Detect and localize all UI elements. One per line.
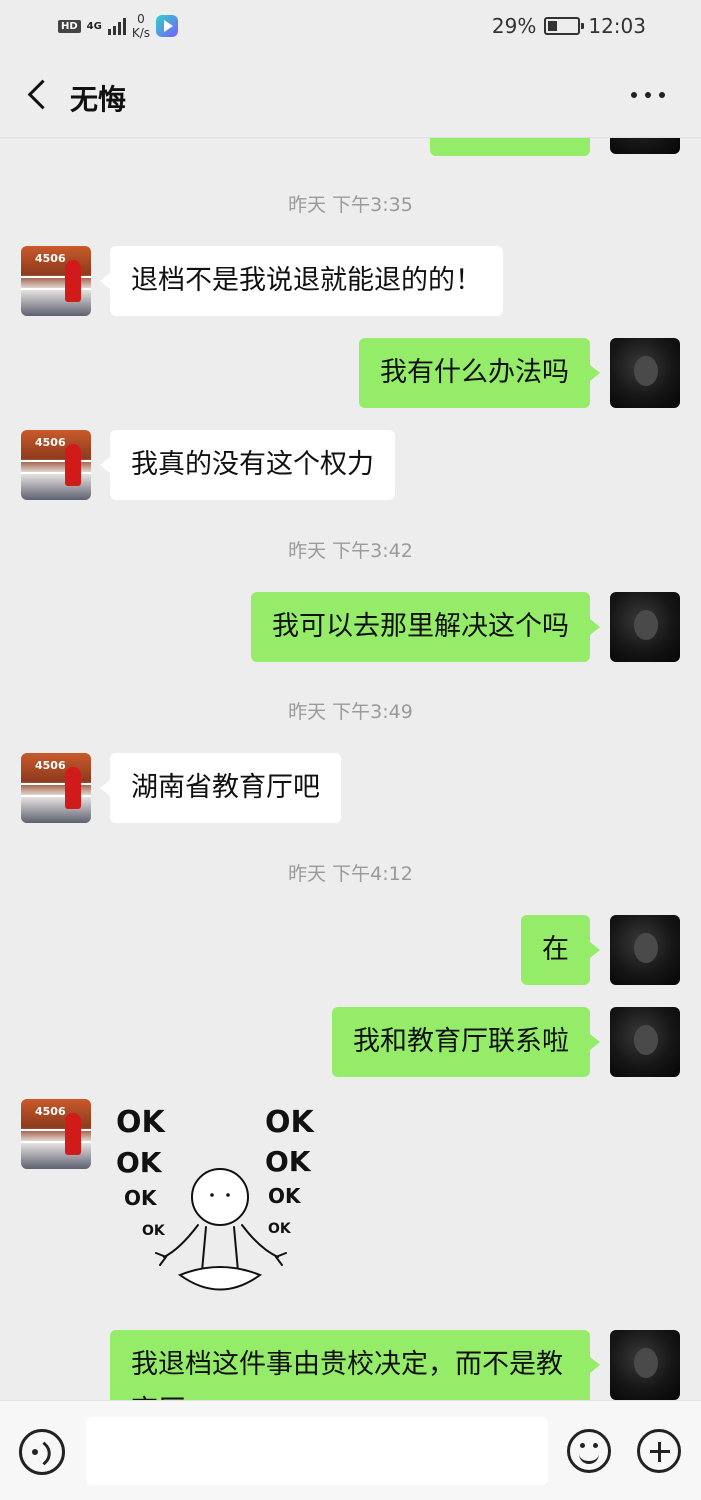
- self-avatar[interactable]: [610, 1007, 680, 1077]
- timestamp: 昨天 下午3:49: [288, 701, 413, 723]
- net-speed-value: 0: [137, 12, 145, 26]
- sticker-ok-text: OK: [268, 1221, 292, 1237]
- more-dots-icon[interactable]: [631, 88, 671, 102]
- battery-percent: 29%: [491, 14, 537, 38]
- chat-title: 无悔: [70, 83, 127, 116]
- self-avatar[interactable]: [610, 915, 680, 985]
- sticker-ok-text: OK: [268, 1184, 302, 1208]
- input-bar: [0, 1400, 701, 1500]
- timestamp: 昨天 下午3:42: [288, 540, 413, 562]
- sticker-ok-text: OK: [124, 1186, 158, 1210]
- contact-avatar[interactable]: 4506: [21, 753, 91, 823]
- video-app-icon: [156, 15, 179, 37]
- sticker-ok-text: OK: [265, 1145, 312, 1178]
- status-right: 29% 12:03: [492, 14, 646, 38]
- message-bubble-out[interactable]: 我退档这件事由贵校决定，而不是教育厅: [110, 1330, 600, 1400]
- signal-icon: [107, 17, 126, 35]
- net-speed: 0 K/s: [132, 12, 150, 40]
- timestamp: 昨天 下午4:12: [288, 863, 413, 885]
- self-avatar[interactable]: [610, 1330, 680, 1400]
- timestamp: 昨天 下午3:35: [288, 194, 413, 216]
- emoji-icon[interactable]: [567, 1429, 611, 1473]
- message-bubble-in[interactable]: 我真的没有这个权力: [100, 430, 395, 500]
- self-avatar[interactable]: [610, 138, 680, 154]
- hd-badge: HD: [58, 19, 81, 33]
- ok-meditation-sticker[interactable]: OK OK OK OK OK OK OK OK: [110, 1099, 340, 1309]
- message-bubble-out[interactable]: 我和教育厅联系啦: [332, 1007, 600, 1077]
- sticker-ok-text: OK: [116, 1146, 163, 1179]
- chat-messages[interactable]: 昨天 下午3:35 4506 退档不是我说退就能退的的！ 我有什么办法吗 450…: [0, 138, 701, 1400]
- chevron-left-icon[interactable]: [22, 78, 52, 112]
- contact-avatar[interactable]: 4506: [21, 246, 91, 316]
- message-bubble-out[interactable]: 我有什么办法吗: [359, 338, 600, 408]
- network-type: 4G: [86, 20, 102, 32]
- sticker-ok-text: OK: [265, 1105, 316, 1140]
- message-input[interactable]: [86, 1417, 548, 1485]
- contact-avatar[interactable]: 4506: [21, 1099, 91, 1169]
- avatar-tag: 4506: [35, 1105, 66, 1118]
- message-bubble-in[interactable]: 退档不是我说退就能退的的！: [100, 246, 503, 316]
- self-avatar[interactable]: [610, 338, 680, 408]
- sticker-ok-text: OK: [142, 1223, 166, 1239]
- message-bubble-out[interactable]: 我可以去那里解决这个吗: [251, 592, 600, 662]
- message-bubble-partial[interactable]: [430, 138, 590, 156]
- status-bar: HD 4G 0 K/s 29% 12:03: [0, 0, 701, 52]
- avatar-tag: 4506: [35, 759, 66, 772]
- message-bubble-out[interactable]: 在: [521, 915, 600, 985]
- battery-icon: [544, 17, 585, 35]
- net-speed-unit: K/s: [131, 26, 151, 40]
- sticker-ok-text: OK: [116, 1105, 167, 1140]
- self-avatar[interactable]: [610, 592, 680, 662]
- status-left: HD 4G 0 K/s: [58, 12, 179, 40]
- chat-header: 无悔: [0, 52, 701, 138]
- contact-avatar[interactable]: 4506: [21, 430, 91, 500]
- voice-icon[interactable]: [19, 1429, 65, 1475]
- plus-icon[interactable]: [637, 1429, 681, 1473]
- message-bubble-in[interactable]: 湖南省教育厅吧: [100, 753, 341, 823]
- clock: 12:03: [588, 14, 646, 38]
- avatar-tag: 4506: [35, 436, 66, 449]
- avatar-tag: 4506: [35, 252, 66, 265]
